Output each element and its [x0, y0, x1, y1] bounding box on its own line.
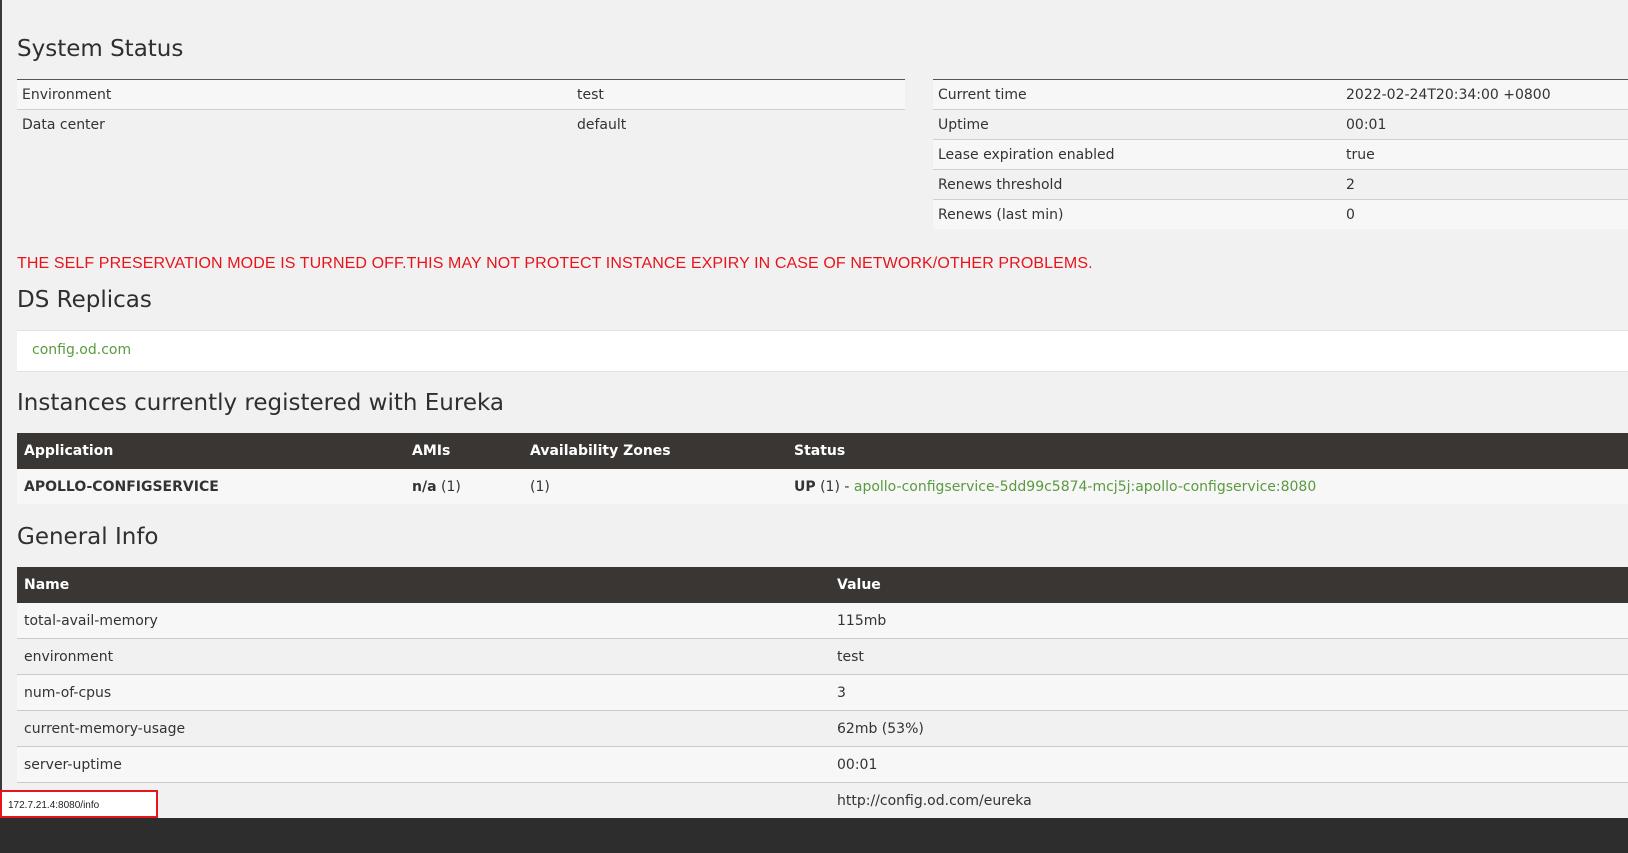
- self-preservation-warning: THE SELF PRESERVATION MODE IS TURNED OFF…: [17, 255, 1093, 272]
- table-header-row: Name Value: [17, 567, 1628, 603]
- general-info-heading: General Info: [17, 524, 159, 550]
- status-value: 0: [1341, 199, 1628, 229]
- status-label: Current time: [933, 79, 1341, 110]
- application-name: APOLLO-CONFIGSERVICE: [24, 478, 219, 495]
- status-label: Lease expiration enabled: [933, 139, 1341, 170]
- table-header-row: Application AMIs Availability Zones Stat…: [17, 433, 1628, 469]
- table-row: Lease expiration enabled true: [933, 139, 1628, 170]
- instance-link[interactable]: apollo-configservice-5dd99c5874-mcj5j:ap…: [854, 479, 1316, 495]
- table-row: current-memory-usage 62mb (53%): [17, 710, 1628, 747]
- ami-count: (1): [436, 478, 461, 495]
- status-label: Data center: [17, 109, 572, 139]
- browser-status-bar-url: 172.7.21.4:8080/info: [0, 790, 158, 818]
- status-value: true: [1341, 139, 1628, 170]
- table-row: Current time 2022-02-24T20:34:00 +0800: [933, 79, 1628, 110]
- system-status-heading: System Status: [17, 36, 184, 62]
- status-value: 2: [1341, 169, 1628, 200]
- ami-value: n/a: [412, 478, 437, 495]
- zones-cell: (1): [523, 469, 787, 504]
- table-row: Data center default: [17, 109, 905, 139]
- table-row: server-uptime 00:01: [17, 746, 1628, 783]
- status-label: Renews threshold: [933, 169, 1341, 200]
- system-status-left-table: Environment test Data center default: [17, 79, 905, 139]
- status-cell: UP (1) - apollo-configservice-5dd99c5874…: [787, 469, 1628, 504]
- table-row: Environment test: [17, 79, 905, 110]
- table-row: registered-replicas http://config.od.com…: [17, 782, 1628, 819]
- table-row: num-of-cpus 3: [17, 674, 1628, 711]
- table-row: total-avail-memory 115mb: [17, 603, 1628, 639]
- system-status-right-table: Current time 2022-02-24T20:34:00 +0800 U…: [933, 79, 1628, 229]
- instances-heading: Instances currently registered with Eure…: [17, 390, 504, 416]
- status-label: Renews (last min): [933, 199, 1341, 229]
- status-label: Uptime: [933, 109, 1341, 140]
- info-value: 62mb (53%): [830, 710, 1628, 747]
- info-value: 115mb: [830, 603, 1628, 639]
- column-header: Value: [830, 567, 1628, 603]
- status-label: Environment: [17, 79, 572, 110]
- info-value: test: [830, 638, 1628, 675]
- column-header: Name: [17, 567, 830, 603]
- info-value: 00:01: [830, 746, 1628, 783]
- ds-replicas-box: config.od.com: [17, 330, 1628, 372]
- status-count: (1) -: [815, 478, 854, 495]
- status-value: test: [572, 79, 905, 110]
- column-header: Status: [787, 433, 1628, 469]
- application-cell: APOLLO-CONFIGSERVICE: [17, 469, 405, 504]
- window-edge: [0, 0, 2, 853]
- bottom-strip: [0, 818, 1628, 853]
- amis-cell: n/a (1): [405, 469, 523, 504]
- info-value: 3: [830, 674, 1628, 711]
- info-name: num-of-cpus: [17, 674, 830, 711]
- table-row: environment test: [17, 638, 1628, 675]
- ds-replicas-heading: DS Replicas: [17, 287, 152, 313]
- table-row: Uptime 00:01: [933, 109, 1628, 140]
- info-value: http://config.od.com/eureka: [830, 782, 1628, 819]
- replica-link[interactable]: config.od.com: [32, 342, 131, 358]
- status-value: UP: [794, 478, 816, 495]
- column-header: Application: [17, 433, 405, 469]
- instances-table: Application AMIs Availability Zones Stat…: [17, 433, 1628, 504]
- column-header: AMIs: [405, 433, 523, 469]
- status-value: 2022-02-24T20:34:00 +0800: [1341, 79, 1628, 110]
- status-value: default: [572, 109, 905, 139]
- table-row: Renews (last min) 0: [933, 199, 1628, 229]
- table-row: Renews threshold 2: [933, 169, 1628, 200]
- info-name: environment: [17, 638, 830, 675]
- info-name: current-memory-usage: [17, 710, 830, 747]
- general-info-table: Name Value total-avail-memory 115mb envi…: [17, 567, 1628, 819]
- info-name: total-avail-memory: [17, 603, 830, 639]
- info-name: server-uptime: [17, 746, 830, 783]
- table-row: APOLLO-CONFIGSERVICE n/a (1) (1) UP (1) …: [17, 469, 1628, 504]
- column-header: Availability Zones: [523, 433, 787, 469]
- status-value: 00:01: [1341, 109, 1628, 140]
